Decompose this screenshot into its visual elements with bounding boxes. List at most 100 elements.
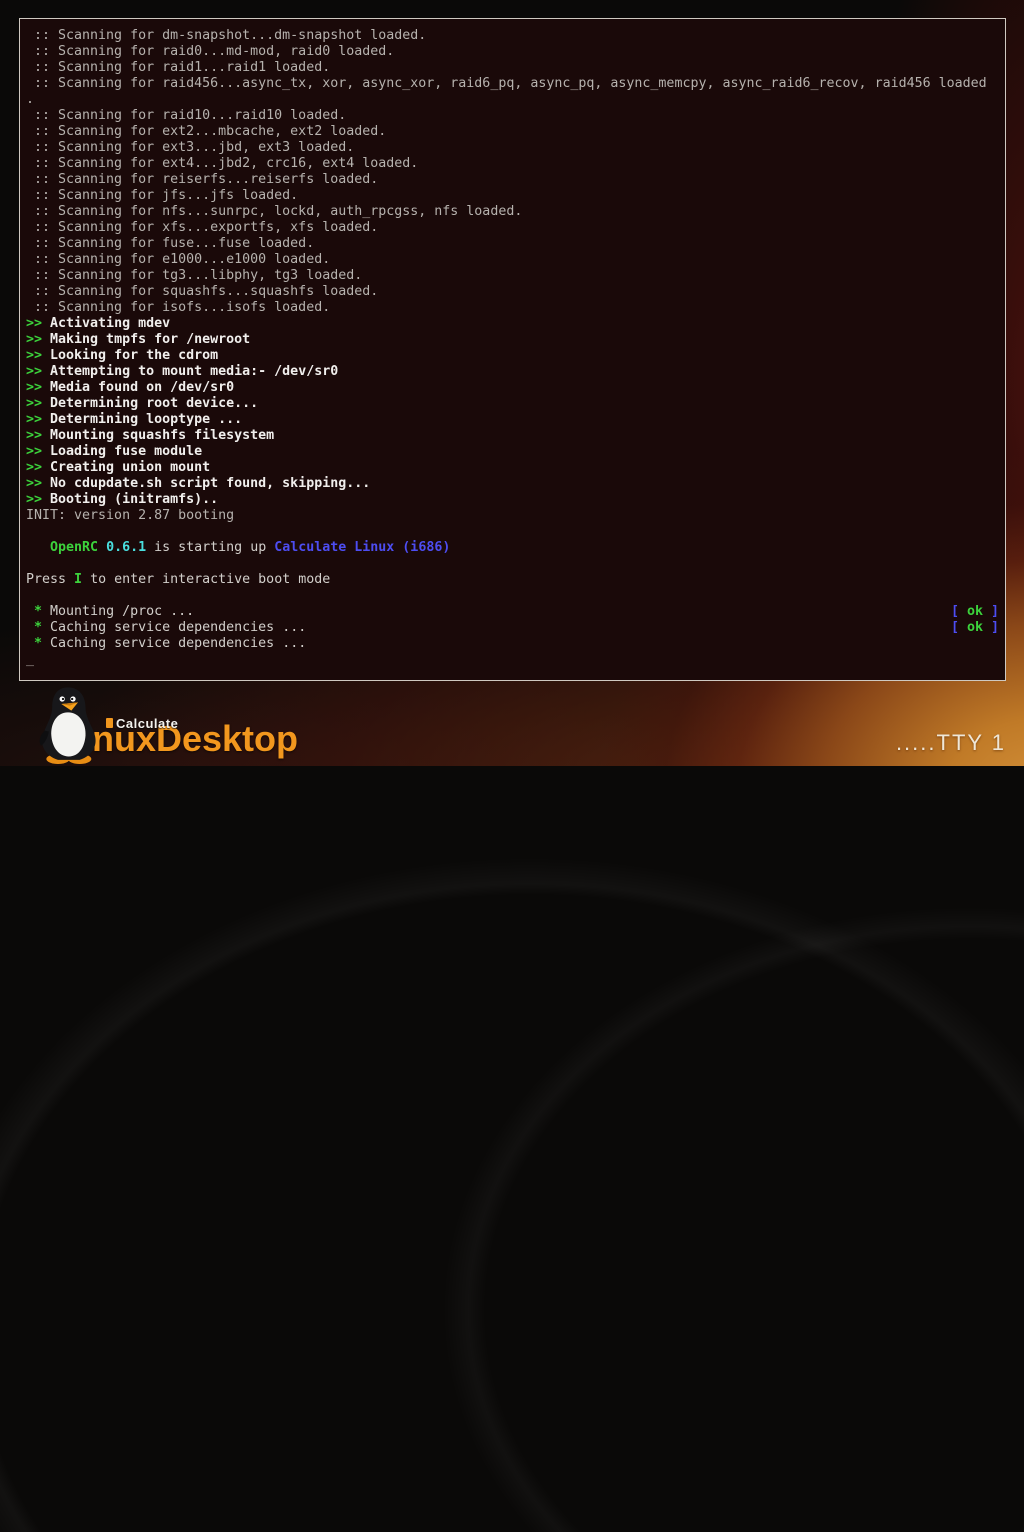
console-text-segment: ok [959, 604, 991, 619]
console-text-segment: * [34, 604, 42, 619]
console-line: Press I to enter interactive boot mode [26, 572, 999, 588]
console-text-segment: _ [26, 652, 34, 667]
console-text-segment: . [26, 92, 34, 107]
console-text-segment: OpenRC [50, 540, 98, 555]
console-text-segment: 0.6.1 [106, 540, 146, 555]
console-text-segment: :: Scanning for raid0...md-mod, raid0 lo… [26, 44, 394, 59]
console-text-segment: >> [26, 316, 42, 331]
console-text-segment: Looking for the cdrom [42, 348, 218, 363]
console-text-segment: I [74, 572, 82, 587]
console-text-segment: >> [26, 412, 42, 427]
console-line: :: Scanning for ext4...jbd2, crc16, ext4… [26, 156, 999, 172]
console-text-segment: INIT: version 2.87 booting [26, 508, 234, 523]
console-line: . [26, 92, 999, 108]
console-text-segment: Caching service dependencies ... [42, 620, 306, 635]
console-text-segment: Making tmpfs for /newroot [42, 332, 250, 347]
console-text-segment: ok [959, 620, 991, 635]
console-text-segment: No cdupdate.sh script found, skipping... [42, 476, 370, 491]
console-text-segment: is starting up [146, 540, 274, 555]
console-line: :: Scanning for jfs...jfs loaded. [26, 188, 999, 204]
console-text-segment: Determining root device... [42, 396, 258, 411]
console-text-segment: :: Scanning for reiserfs...reiserfs load… [26, 172, 378, 187]
console-text-segment: Mounting /proc ... [42, 604, 194, 619]
console-line [26, 556, 999, 572]
console-line: :: Scanning for fuse...fuse loaded. [26, 236, 999, 252]
console-line: >> Booting (initramfs).. [26, 492, 999, 508]
console-text-segment [26, 604, 34, 619]
console-line: >> Activating mdev [26, 316, 999, 332]
console-text-segment: :: Scanning for raid456...async_tx, xor,… [26, 76, 987, 91]
console-text-segment: * [34, 620, 42, 635]
console-text-segment: to enter interactive boot mode [82, 572, 330, 587]
console-text-segment: >> [26, 476, 42, 491]
tux-penguin-icon [26, 684, 110, 764]
console-line: :: Scanning for raid456...async_tx, xor,… [26, 76, 999, 92]
console-text-segment [98, 540, 106, 555]
console-text-segment: Loading fuse module [42, 444, 202, 459]
console-text-segment: >> [26, 348, 42, 363]
console-text-segment: :: Scanning for jfs...jfs loaded. [26, 188, 298, 203]
console-line: :: Scanning for squashfs...squashfs load… [26, 284, 999, 300]
console-line: >> Determining root device... [26, 396, 999, 412]
console-text-segment [26, 588, 34, 603]
console-line: :: Scanning for ext2...mbcache, ext2 loa… [26, 124, 999, 140]
console-text-segment: :: Scanning for raid1...raid1 loaded. [26, 60, 330, 75]
console-text-segment: Activating mdev [42, 316, 170, 331]
console-line [26, 524, 999, 540]
console-line: :: Scanning for ext3...jbd, ext3 loaded. [26, 140, 999, 156]
tty-indicator: .....TTY 1 [896, 730, 1006, 756]
console-text-segment [26, 636, 34, 651]
console-text-segment: :: Scanning for xfs...exportfs, xfs load… [26, 220, 378, 235]
console-text-segment: Caching service dependencies ... [42, 636, 306, 651]
console-line: :: Scanning for nfs...sunrpc, lockd, aut… [26, 204, 999, 220]
console-text-segment: Determining looptype ... [42, 412, 242, 427]
console-text-segment: :: Scanning for raid10...raid10 loaded. [26, 108, 346, 123]
console-text-segment: :: Scanning for tg3...libphy, tg3 loaded… [26, 268, 362, 283]
console-line: :: Scanning for raid1...raid1 loaded. [26, 60, 999, 76]
console-line: :: Scanning for raid0...md-mod, raid0 lo… [26, 44, 999, 60]
console-text-segment: :: Scanning for squashfs...squashfs load… [26, 284, 378, 299]
console-text-segment: :: Scanning for ext4...jbd2, crc16, ext4… [26, 156, 418, 171]
console-text-segment: Attempting to mount media:- /dev/sr0 [42, 364, 338, 379]
console-text-segment: :: Scanning for isofs...isofs loaded. [26, 300, 330, 315]
console-text-segment: Press [26, 572, 74, 587]
console-text-segment: >> [26, 332, 42, 347]
console-text-segment: >> [26, 380, 42, 395]
console-line: :: Scanning for raid10...raid10 loaded. [26, 108, 999, 124]
console-text-segment: Calculate Linux (i686) [274, 540, 450, 555]
console-line: * Caching service dependencies ... [ ok ] [26, 620, 999, 636]
console-text-segment: >> [26, 428, 42, 443]
console-text-segment: :: Scanning for nfs...sunrpc, lockd, aut… [26, 204, 522, 219]
console-text-segment: Booting (initramfs).. [42, 492, 218, 507]
console-line: >> Determining looptype ... [26, 412, 999, 428]
console-text-segment: >> [26, 444, 42, 459]
console-text-segment [26, 524, 34, 539]
console-line: >> Loading fuse module [26, 444, 999, 460]
console-text-segment: Mounting squashfs filesystem [42, 428, 274, 443]
console-text-segment [26, 620, 34, 635]
console-text-segment: :: Scanning for e1000...e1000 loaded. [26, 252, 330, 267]
console-line: :: Scanning for dm-snapshot...dm-snapsho… [26, 28, 999, 44]
console-line: >> No cdupdate.sh script found, skipping… [26, 476, 999, 492]
status-badge-ok: [ ok ] [951, 620, 999, 636]
console-line: >> Creating union mount [26, 460, 999, 476]
console-text-segment [26, 540, 50, 555]
console-line: :: Scanning for reiserfs...reiserfs load… [26, 172, 999, 188]
console-text-segment: >> [26, 364, 42, 379]
console-line: >> Mounting squashfs filesystem [26, 428, 999, 444]
console-text-segment: >> [26, 460, 42, 475]
console-text-segment: Creating union mount [42, 460, 210, 475]
status-badge-ok: [ ok ] [951, 604, 999, 620]
console-line: :: Scanning for e1000...e1000 loaded. [26, 252, 999, 268]
console-text-segment: [ [951, 604, 959, 619]
console-text-segment: >> [26, 492, 42, 507]
console-text-segment: :: Scanning for ext3...jbd, ext3 loaded. [26, 140, 354, 155]
console-line [26, 588, 999, 604]
console-line: _ [26, 652, 999, 668]
console-line: >> Attempting to mount media:- /dev/sr0 [26, 364, 999, 380]
console-line: * Caching service dependencies ... [26, 636, 999, 652]
console-line: INIT: version 2.87 booting [26, 508, 999, 524]
logo-calculate-label: Calculate [106, 716, 178, 731]
console-line: :: Scanning for xfs...exportfs, xfs load… [26, 220, 999, 236]
console-line: :: Scanning for tg3...libphy, tg3 loaded… [26, 268, 999, 284]
